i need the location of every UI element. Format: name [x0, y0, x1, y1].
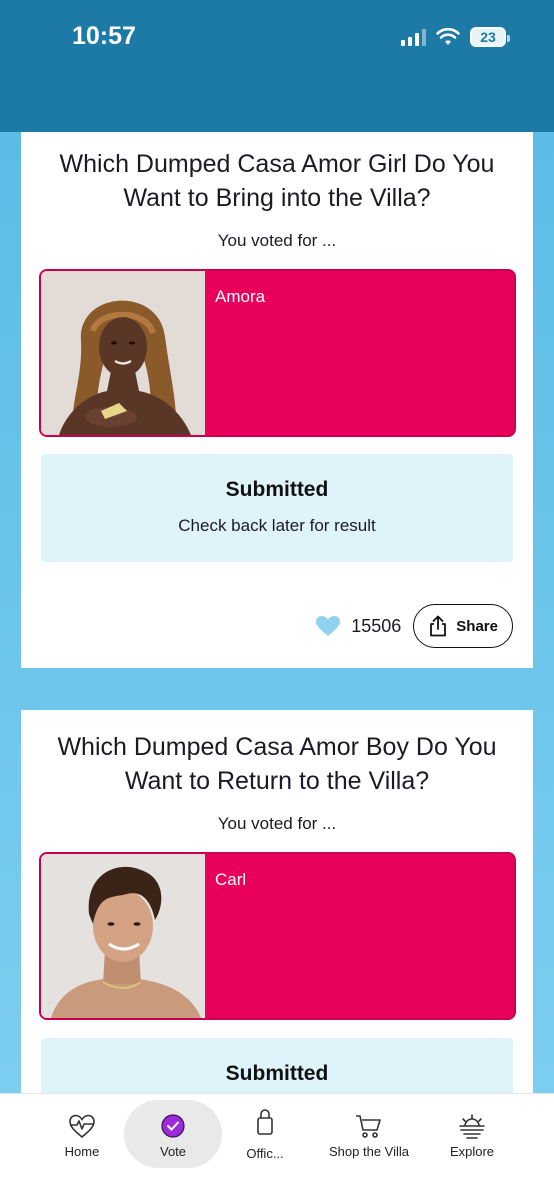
- nav-label-official: Offic...: [246, 1146, 284, 1161]
- battery-icon: 23: [470, 27, 510, 47]
- like-count: 15506: [351, 615, 402, 636]
- cellular-signal-icon: [401, 28, 426, 46]
- submitted-title: Submitted: [225, 1062, 329, 1085]
- card-title: Which Dumped Casa Amor Girl Do You Want …: [59, 150, 495, 212]
- share-label: Share: [456, 617, 498, 635]
- wifi-icon: [436, 28, 460, 45]
- submitted-subtitle: Check back later for result: [178, 516, 376, 535]
- nav-item-vote[interactable]: Vote: [123, 1094, 223, 1159]
- card-actions: 15506 Share: [315, 604, 513, 648]
- sunset-icon: [459, 1114, 485, 1139]
- status-time: 10:57: [72, 22, 136, 50]
- shopping-cart-icon: [356, 1115, 381, 1138]
- heart-icon[interactable]: [315, 615, 341, 637]
- voted-for-label: You voted for ...: [217, 231, 337, 250]
- contestant-photo: [41, 854, 205, 1018]
- shopping-bag-icon: [257, 1109, 273, 1135]
- nav-label-vote: Vote: [159, 1144, 187, 1159]
- voted-choice[interactable]: Carl: [39, 852, 516, 1020]
- submitted-title: Submitted: [225, 478, 329, 501]
- nav-item-explore[interactable]: Explore: [422, 1094, 522, 1159]
- submitted-status: Submitted Check back later for result: [41, 454, 513, 562]
- share-icon: [430, 615, 447, 637]
- bottom-nav: Home Vote Offic... Shop the Villa Explor…: [0, 1093, 554, 1200]
- status-icons: 23: [401, 27, 510, 47]
- app-header: 10:57 23: [0, 0, 554, 132]
- contestant-photo: [41, 271, 205, 435]
- nav-item-shop[interactable]: Shop the Villa: [319, 1094, 419, 1159]
- nav-item-official[interactable]: Offic...: [215, 1094, 315, 1161]
- nav-label-shop: Shop the Villa: [329, 1144, 409, 1159]
- voted-choice[interactable]: Amora: [39, 269, 516, 437]
- card-title: Which Dumped Casa Amor Boy Do You Want t…: [57, 733, 497, 795]
- checkmark-circle-icon: [161, 1114, 185, 1138]
- battery-level: 23: [480, 29, 496, 45]
- share-button[interactable]: Share: [413, 604, 513, 648]
- voted-for-label: You voted for ...: [217, 814, 337, 833]
- nav-label-explore: Explore: [449, 1144, 495, 1159]
- nav-label-home: Home: [64, 1144, 100, 1159]
- nav-item-home[interactable]: Home: [32, 1094, 132, 1159]
- choice-name: Carl: [215, 870, 247, 889]
- heartbeat-icon: [69, 1114, 95, 1139]
- choice-name: Amora: [215, 287, 266, 306]
- vote-card: Which Dumped Casa Amor Boy Do You Want t…: [21, 710, 533, 1146]
- vote-card: Which Dumped Casa Amor Girl Do You Want …: [21, 132, 533, 668]
